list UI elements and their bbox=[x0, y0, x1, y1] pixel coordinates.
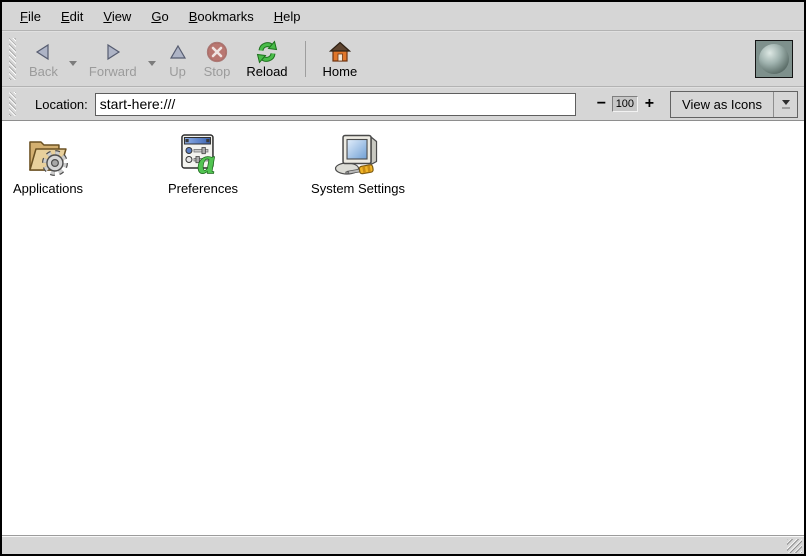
reload-button[interactable]: Reload bbox=[238, 35, 295, 83]
view-as-dropdown[interactable]: View as Icons bbox=[670, 91, 798, 118]
svg-text:a: a bbox=[198, 144, 215, 178]
menu-edit[interactable]: Edit bbox=[51, 5, 93, 28]
icon-item-preferences[interactable]: a Preferences bbox=[168, 130, 238, 196]
reload-icon bbox=[255, 39, 279, 64]
zoom-level-indicator[interactable]: 100 bbox=[612, 96, 638, 112]
applications-folder-gear-icon bbox=[24, 130, 72, 178]
menu-view-mnemonic: V bbox=[103, 9, 111, 24]
icon-view-pane[interactable]: Applications bbox=[2, 120, 804, 536]
menu-view[interactable]: View bbox=[93, 5, 141, 28]
icon-label-system-settings: System Settings bbox=[311, 181, 405, 196]
menu-view-rest: iew bbox=[112, 9, 132, 24]
dropdown-indicator-icon bbox=[774, 92, 797, 117]
back-button[interactable]: Back bbox=[21, 35, 66, 83]
forward-button[interactable]: Forward bbox=[81, 35, 145, 83]
menu-bookmarks-rest: ookmarks bbox=[197, 9, 253, 24]
menu-help-mnemonic: H bbox=[274, 9, 283, 24]
reload-button-label: Reload bbox=[246, 65, 287, 78]
icon-label-preferences: Preferences bbox=[168, 181, 238, 196]
back-arrow-icon bbox=[33, 39, 53, 64]
home-button[interactable]: Home bbox=[315, 35, 366, 83]
zoom-out-button[interactable]: − bbox=[593, 96, 610, 112]
menu-edit-mnemonic: E bbox=[61, 9, 70, 24]
up-button[interactable]: Up bbox=[160, 35, 196, 83]
preferences-dialog-icon: a bbox=[179, 130, 227, 178]
back-history-dropdown[interactable] bbox=[66, 35, 81, 83]
stop-button[interactable]: Stop bbox=[196, 35, 239, 83]
back-button-label: Back bbox=[29, 65, 58, 78]
menu-bookmarks[interactable]: Bookmarks bbox=[179, 5, 264, 28]
up-button-label: Up bbox=[169, 65, 186, 78]
locationbar-drag-handle[interactable] bbox=[9, 92, 16, 116]
icon-label-applications: Applications bbox=[13, 181, 83, 196]
forward-history-dropdown[interactable] bbox=[145, 35, 160, 83]
forward-button-label: Forward bbox=[89, 65, 137, 78]
toolbar: Back Forward Up bbox=[2, 32, 804, 86]
nautilus-window: File Edit View Go Bookmarks Help Back Fo… bbox=[0, 0, 806, 556]
icon-item-applications[interactable]: Applications bbox=[13, 130, 83, 196]
location-input[interactable] bbox=[95, 93, 576, 116]
menu-edit-rest: dit bbox=[70, 9, 84, 24]
menu-help-rest: elp bbox=[283, 9, 300, 24]
location-bar: Location: − 100 + View as Icons bbox=[2, 88, 804, 120]
up-arrow-icon bbox=[168, 39, 188, 64]
menu-bar: File Edit View Go Bookmarks Help bbox=[2, 2, 804, 30]
view-as-label: View as Icons bbox=[671, 92, 773, 117]
menu-file[interactable]: File bbox=[10, 5, 51, 28]
status-bar bbox=[2, 536, 804, 554]
throbber-sphere-icon bbox=[759, 44, 789, 74]
home-icon bbox=[329, 39, 351, 64]
chevron-down-icon bbox=[69, 61, 77, 66]
chevron-down-icon bbox=[148, 61, 156, 66]
system-settings-monitor-screwdriver-icon bbox=[334, 130, 382, 178]
menu-go-mnemonic: G bbox=[151, 9, 161, 24]
icon-item-system-settings[interactable]: System Settings bbox=[311, 130, 405, 196]
location-label: Location: bbox=[35, 97, 88, 112]
resize-grip[interactable] bbox=[787, 539, 802, 553]
menu-help[interactable]: Help bbox=[264, 5, 311, 28]
menu-go[interactable]: Go bbox=[141, 5, 178, 28]
zoom-in-button[interactable]: + bbox=[641, 96, 658, 112]
toolbar-drag-handle[interactable] bbox=[9, 38, 16, 80]
throbber-button[interactable] bbox=[755, 40, 793, 78]
menu-go-rest: o bbox=[161, 9, 168, 24]
home-button-label: Home bbox=[323, 65, 358, 78]
stop-icon bbox=[206, 39, 228, 64]
toolbar-separator bbox=[305, 41, 306, 77]
forward-arrow-icon bbox=[103, 39, 123, 64]
menu-file-rest: ile bbox=[28, 9, 41, 24]
menu-file-mnemonic: F bbox=[20, 9, 28, 24]
stop-button-label: Stop bbox=[204, 65, 231, 78]
